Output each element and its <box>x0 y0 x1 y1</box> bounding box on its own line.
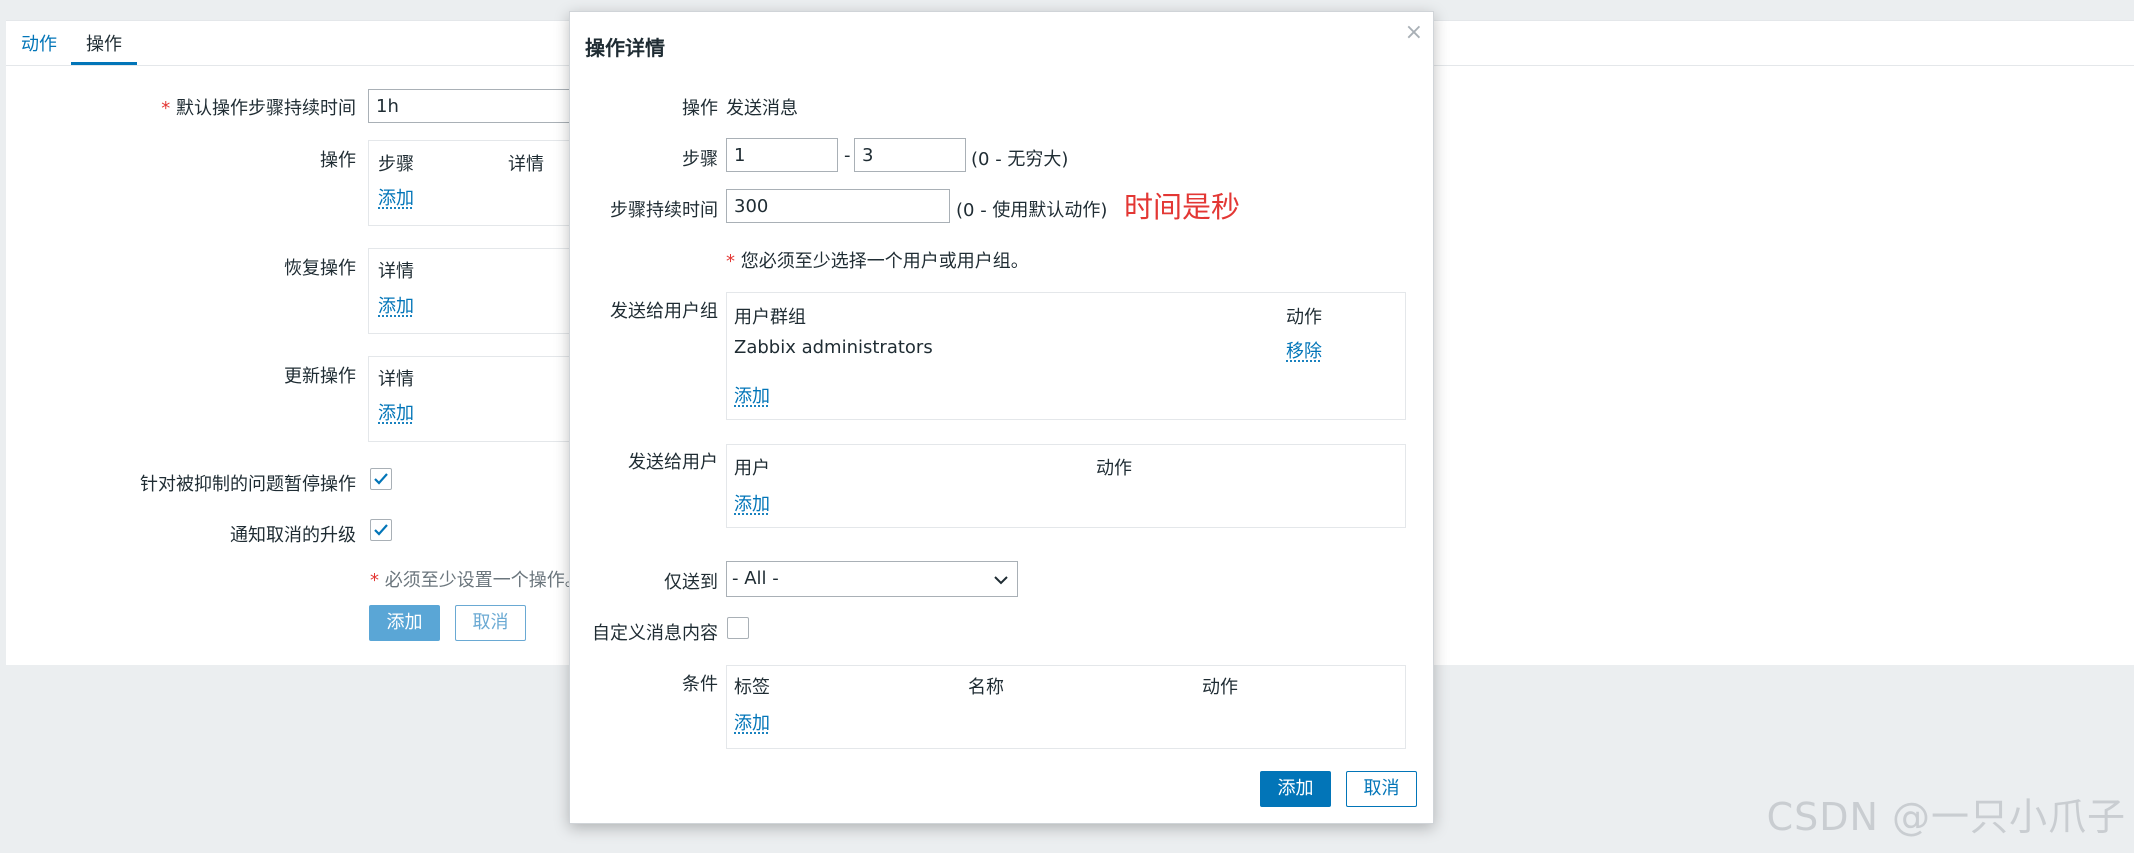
step-separator: - <box>844 145 851 166</box>
send-only-to-label: 仅送到 <box>664 572 718 593</box>
dialog-cancel-button[interactable]: 取消 <box>1346 771 1417 807</box>
operation-label: 操作 <box>682 98 718 119</box>
checkmark-icon <box>374 524 388 536</box>
operation-details-dialog: 操作详情 × 操作 发送消息 步骤 1 - 3 (0 - 无穷大) 步骤持续时间… <box>569 11 1434 824</box>
must-select-note: * 您必须至少选择一个用户或用户组。 <box>726 251 1029 272</box>
dialog-add-button[interactable]: 添加 <box>1260 771 1331 807</box>
remove-user-group-link[interactable]: 移除 <box>1286 337 1322 363</box>
conditions-col-name: 名称 <box>968 677 1004 698</box>
update-col-details: 详情 <box>378 369 414 390</box>
chevron-down-icon <box>994 576 1008 585</box>
notify-cancel-label: 通知取消的升级 <box>230 525 356 546</box>
users-col-user: 用户 <box>734 458 770 479</box>
conditions-col-action: 动作 <box>1202 677 1238 698</box>
custom-message-checkbox[interactable] <box>727 617 749 639</box>
steps-hint: (0 - 无穷大) <box>971 149 1069 170</box>
user-groups-col-action: 动作 <box>1286 307 1322 328</box>
send-to-user-groups-label: 发送给用户组 <box>610 301 718 322</box>
tab-action[interactable]: 动作 <box>21 30 57 56</box>
operations-col-details: 详情 <box>508 154 544 175</box>
conditions-add-link[interactable]: 添加 <box>734 709 770 735</box>
update-add-link[interactable]: 添加 <box>378 399 414 425</box>
duration-hint: (0 - 使用默认动作) <box>956 200 1108 221</box>
send-to-users-label: 发送给用户 <box>628 452 718 473</box>
user-group-name: Zabbix administrators <box>734 337 933 358</box>
conditions-table <box>726 665 1406 749</box>
step-duration-input[interactable]: 300 <box>726 189 950 223</box>
default-duration-label: * 默认操作步骤持续时间 <box>161 98 356 119</box>
conditions-label: 条件 <box>682 674 718 695</box>
tab-operations[interactable]: 操作 <box>86 30 122 56</box>
recovery-label: 恢复操作 <box>284 258 356 279</box>
notify-cancel-checkbox[interactable] <box>370 519 392 541</box>
checkmark-icon <box>374 473 388 485</box>
users-table <box>726 444 1406 528</box>
send-only-to-value: - All - <box>732 568 779 589</box>
operation-value: 发送消息 <box>726 98 798 119</box>
send-only-to-select[interactable]: - All - <box>726 561 1018 597</box>
steps-label: 步骤 <box>682 149 718 170</box>
step-to-input[interactable]: 3 <box>854 138 966 172</box>
must-one-operation-note: * 必须至少设置一个操作。 <box>370 570 583 591</box>
default-duration-input[interactable]: 1h <box>368 89 573 123</box>
operations-add-link[interactable]: 添加 <box>378 184 414 210</box>
form-add-button[interactable]: 添加 <box>369 605 440 641</box>
user-groups-add-link[interactable]: 添加 <box>734 382 770 408</box>
form-cancel-button[interactable]: 取消 <box>455 605 526 641</box>
close-icon[interactable]: × <box>1405 20 1423 45</box>
operations-col-steps: 步骤 <box>378 154 414 175</box>
csdn-watermark: CSDN @一只小爪子 <box>1766 795 2126 839</box>
users-add-link[interactable]: 添加 <box>734 490 770 516</box>
seconds-annotation: 时间是秒 <box>1124 190 1241 224</box>
pause-suppressed-checkbox[interactable] <box>370 468 392 490</box>
operations-label: 操作 <box>320 150 356 171</box>
step-duration-label: 步骤持续时间 <box>610 200 718 221</box>
users-col-action: 动作 <box>1096 458 1132 479</box>
step-from-input[interactable]: 1 <box>726 138 838 172</box>
custom-message-label: 自定义消息内容 <box>592 623 718 644</box>
dialog-title: 操作详情 <box>585 36 665 60</box>
user-groups-col-group: 用户群组 <box>734 307 806 328</box>
pause-suppressed-label: 针对被抑制的问题暂停操作 <box>140 474 356 495</box>
conditions-col-tag: 标签 <box>734 677 770 698</box>
update-label: 更新操作 <box>284 366 356 387</box>
recovery-add-link[interactable]: 添加 <box>378 292 414 318</box>
recovery-col-details: 详情 <box>378 261 414 282</box>
